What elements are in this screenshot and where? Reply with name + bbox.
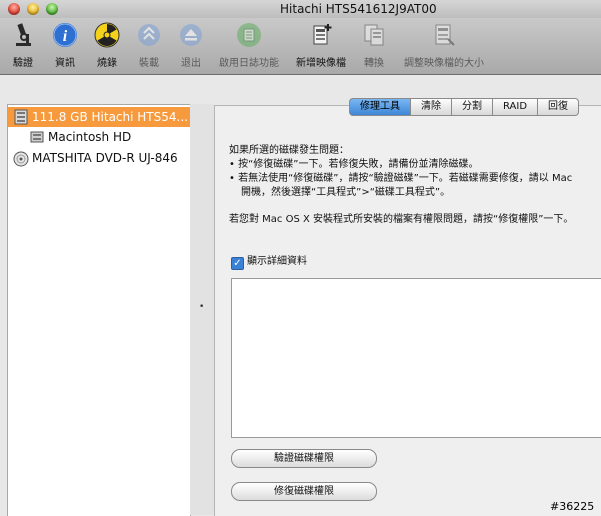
details-log-area[interactable] [231, 278, 601, 438]
info-label: 資訊 [55, 58, 75, 69]
sidebar-item-hitachi-disk[interactable]: 111.8 GB Hitachi HTS54... [8, 107, 190, 127]
first-aid-panel: 修理工具 清除 分割 RAID 回復 如果所選的磁碟發生問題： • 按“修復磁碟… [214, 98, 601, 516]
show-details-checkbox[interactable]: ✓ [231, 257, 244, 270]
sidebar-item-label: 111.8 GB Hitachi HTS54... [32, 110, 188, 124]
close-window-button[interactable] [8, 3, 20, 15]
verify-toolbar-button[interactable]: 驗證 [4, 22, 42, 69]
repair-disk-instruction: • 按“修復磁碟”一下。若修復失敗，請備份並清除磁碟。 [229, 159, 479, 170]
convert-icon [364, 24, 384, 46]
convert-toolbar-button[interactable]: 轉換 [356, 22, 392, 69]
watermark-text: #36225 [550, 500, 595, 513]
zoom-window-button[interactable] [46, 3, 58, 15]
new-image-icon [313, 24, 332, 45]
permissions-note: 若您對 Mac OS X 安裝程式所安裝的檔案有權限問題，請按“修復權限”一下。 [229, 214, 574, 225]
mount-icon [138, 24, 160, 46]
svg-text:i: i [63, 28, 68, 45]
tab-raid[interactable]: RAID [493, 98, 539, 116]
resize-image-label: 調整映像檔的大小 [404, 58, 484, 69]
split-divider[interactable]: • [190, 104, 214, 515]
info-icon: i [53, 23, 77, 47]
verify-label: 驗證 [13, 58, 33, 69]
enable-journaling-label: 啟用日誌功能 [219, 58, 279, 69]
intro-text: 如果所選的磁碟發生問題： [229, 145, 349, 156]
microscope-icon [16, 23, 31, 46]
resize-image-icon [435, 24, 455, 46]
tab-bar: 修理工具 清除 分割 RAID 回復 [349, 98, 580, 116]
hard-disk-icon [14, 109, 28, 125]
show-details-label: 顯示詳細資料 [247, 256, 307, 267]
window-title: Hitachi HTS541612J9AT00 [280, 2, 437, 16]
volume-icon [30, 131, 44, 143]
sidebar-item-label: Macintosh HD [48, 130, 132, 144]
journal-icon [237, 23, 261, 47]
disk-list-sidebar: 111.8 GB Hitachi HTS54... Macintosh HD M… [7, 104, 191, 516]
mount-label: 裝載 [139, 58, 159, 69]
mount-toolbar-button[interactable]: 裝載 [130, 22, 168, 69]
new-image-label: 新增映像檔 [296, 58, 346, 69]
enable-journaling-toolbar-button[interactable]: 啟用日誌功能 [214, 22, 284, 69]
title-bar: Hitachi HTS541612J9AT00 [0, 0, 601, 18]
burn-toolbar-button[interactable]: 燒錄 [88, 22, 126, 69]
optical-drive-icon [13, 151, 29, 167]
info-toolbar-button[interactable]: i 資訊 [46, 22, 84, 69]
tab-partition[interactable]: 分割 [452, 98, 493, 116]
tab-erase[interactable]: 清除 [411, 98, 452, 116]
verify-permissions-button[interactable]: 驗證磁碟權限 [231, 449, 377, 468]
burn-icon [94, 22, 120, 48]
resize-image-toolbar-button[interactable]: 調整映像檔的大小 [396, 22, 492, 69]
sidebar-item-label: MATSHITA DVD-R UJ-846 [32, 151, 178, 165]
verify-disk-instruction-cont: 開機，然後選擇“工具程式”>“磁碟工具程式”。 [241, 187, 451, 198]
repair-permissions-button[interactable]: 修復磁碟權限 [231, 482, 377, 501]
eject-toolbar-button[interactable]: 退出 [172, 22, 210, 69]
new-image-toolbar-button[interactable]: 新增映像檔 [290, 22, 352, 69]
verify-disk-instruction: • 若無法使用“修復磁碟”，請按“驗證磁碟”一下。若磁碟需要修復，請以 Mac [229, 173, 573, 184]
eject-label: 退出 [181, 58, 201, 69]
eject-icon [180, 24, 202, 46]
toolbar: 驗證 i 資訊 燒錄 裝載 退出 啟用日誌功能 新增映像檔 轉換 調整映像檔的大… [0, 18, 601, 75]
burn-label: 燒錄 [97, 58, 117, 69]
convert-label: 轉換 [364, 58, 384, 69]
split-handle-icon: • [199, 302, 205, 312]
minimize-window-button[interactable] [27, 3, 39, 15]
tab-first-aid[interactable]: 修理工具 [349, 98, 411, 116]
tab-restore[interactable]: 回復 [538, 98, 580, 116]
